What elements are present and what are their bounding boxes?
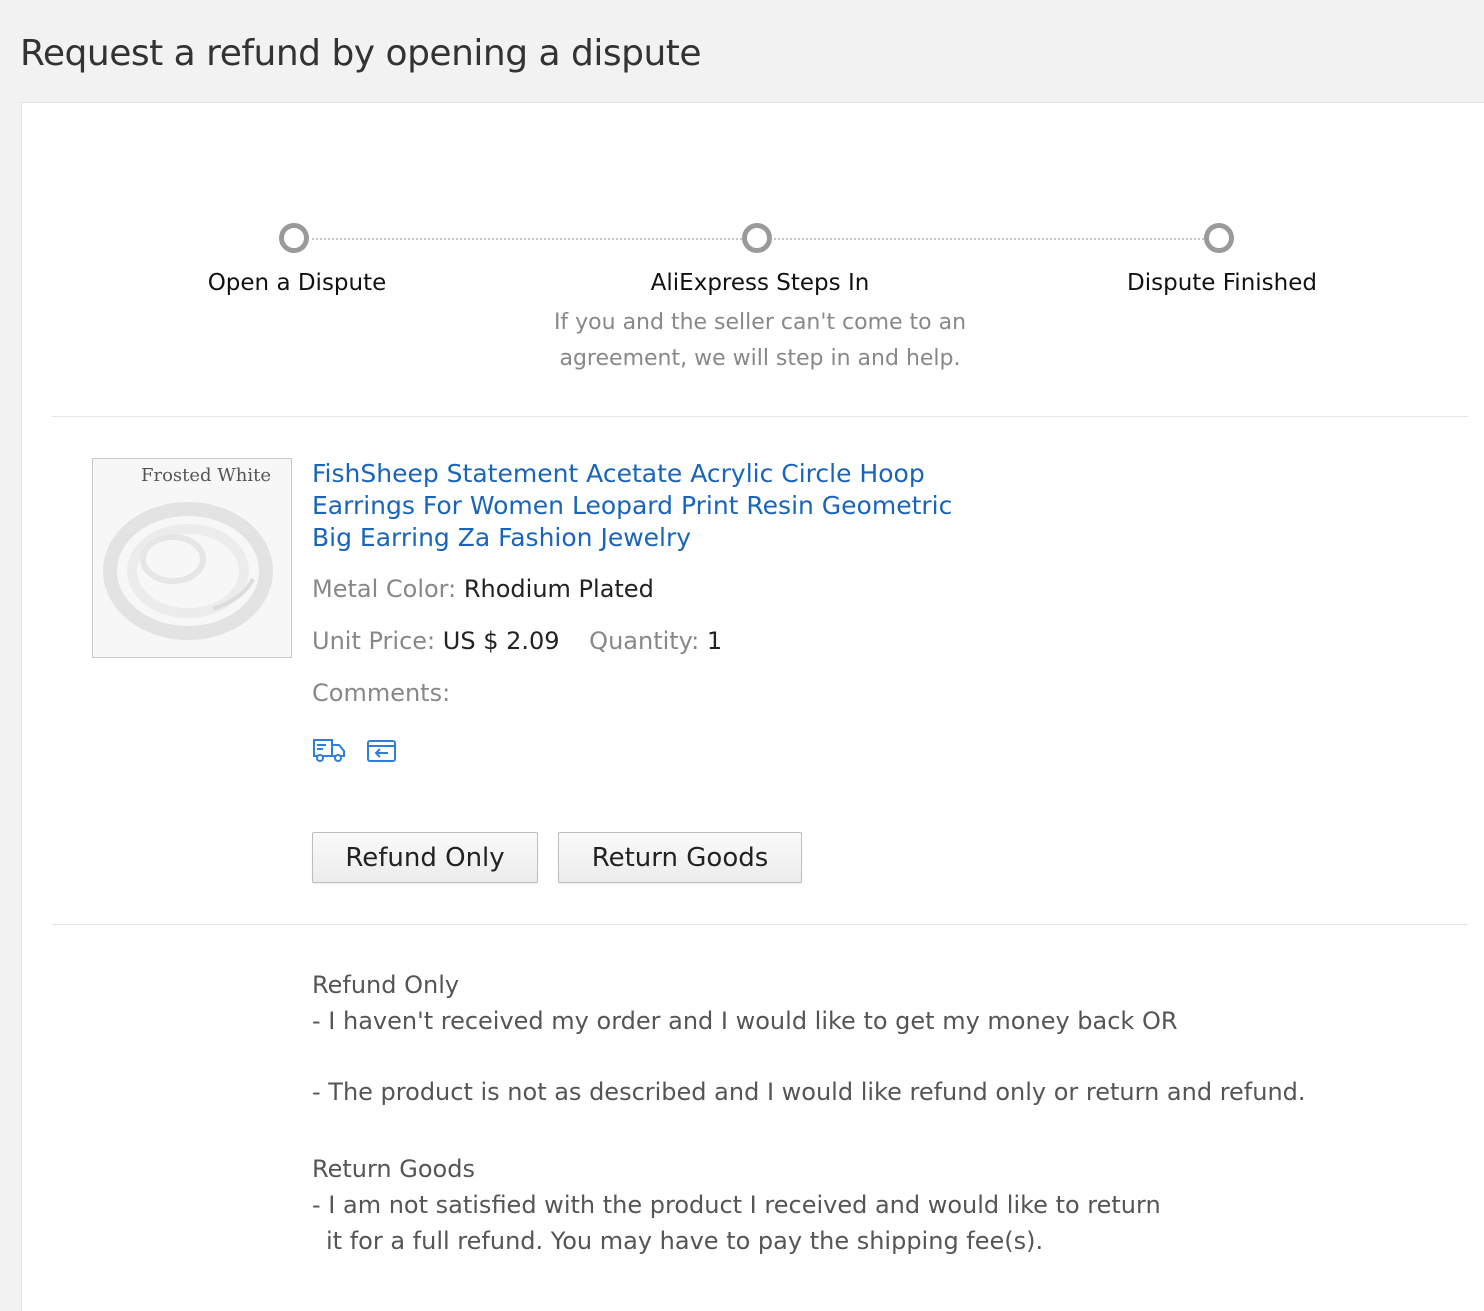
dispute-progress-steps: Open a Dispute AliExpress Steps In Dispu… [22, 103, 1484, 403]
step-description-line: agreement, we will step in and help. [559, 346, 961, 371]
dispute-panel: Open a Dispute AliExpress Steps In Dispu… [21, 102, 1484, 1311]
step-dispute-finished-label: Dispute Finished [1127, 270, 1317, 296]
step-aliexpress-steps-in-label: AliExpress Steps In [650, 270, 870, 296]
step-connector [312, 238, 758, 240]
product-image-caption: Frosted White [141, 465, 271, 486]
metal-color-label: Metal Color: [312, 575, 457, 603]
comments-row: Comments: [312, 679, 450, 707]
price-quantity-row: Unit Price: US $ 2.09 Quantity: 1 [312, 627, 722, 655]
return-goods-reason: it for a full refund. You may have to pa… [326, 1227, 1044, 1255]
step-dispute-finished-dot-icon [1204, 223, 1234, 253]
product-image: Frosted White [93, 459, 291, 657]
step-open-dispute-dot-icon [279, 223, 309, 253]
return-box-icon[interactable] [365, 736, 399, 764]
quantity-value: 1 [706, 627, 723, 655]
return-goods-reason: - I am not satisfied with the product I … [312, 1191, 1161, 1219]
service-icons [312, 736, 413, 768]
metal-color-value: Rhodium Plated [463, 575, 654, 603]
product-title-link[interactable]: FishSheep Statement Acetate Acrylic Circ… [312, 458, 962, 554]
step-open-dispute-label: Open a Dispute [207, 270, 387, 296]
section-divider [52, 416, 1468, 417]
unit-price-value: US $ 2.09 [442, 627, 560, 655]
product-thumbnail[interactable]: Frosted White [92, 458, 292, 658]
return-goods-heading: Return Goods [312, 1155, 475, 1183]
refund-only-button[interactable]: Refund Only [312, 832, 538, 883]
refund-only-heading: Refund Only [312, 971, 460, 999]
step-aliexpress-steps-in-description: If you and the seller can't come to an a… [540, 305, 980, 377]
step-aliexpress-steps-in-dot-icon [742, 223, 772, 253]
unit-price-label: Unit Price: [312, 627, 436, 655]
comments-label: Comments: [312, 679, 451, 707]
quantity-label: Quantity: [589, 627, 700, 655]
refund-only-reason: - The product is not as described and I … [312, 1078, 1306, 1106]
page-title: Request a refund by opening a dispute [20, 33, 702, 74]
metal-color-row: Metal Color: Rhodium Plated [312, 575, 654, 603]
step-connector [774, 238, 1220, 240]
section-divider [52, 924, 1468, 925]
delivery-truck-icon[interactable] [312, 736, 346, 764]
return-goods-button[interactable]: Return Goods [558, 832, 802, 883]
refund-only-reason: - I haven't received my order and I woul… [312, 1007, 1178, 1035]
step-description-line: If you and the seller can't come to an [553, 310, 967, 335]
